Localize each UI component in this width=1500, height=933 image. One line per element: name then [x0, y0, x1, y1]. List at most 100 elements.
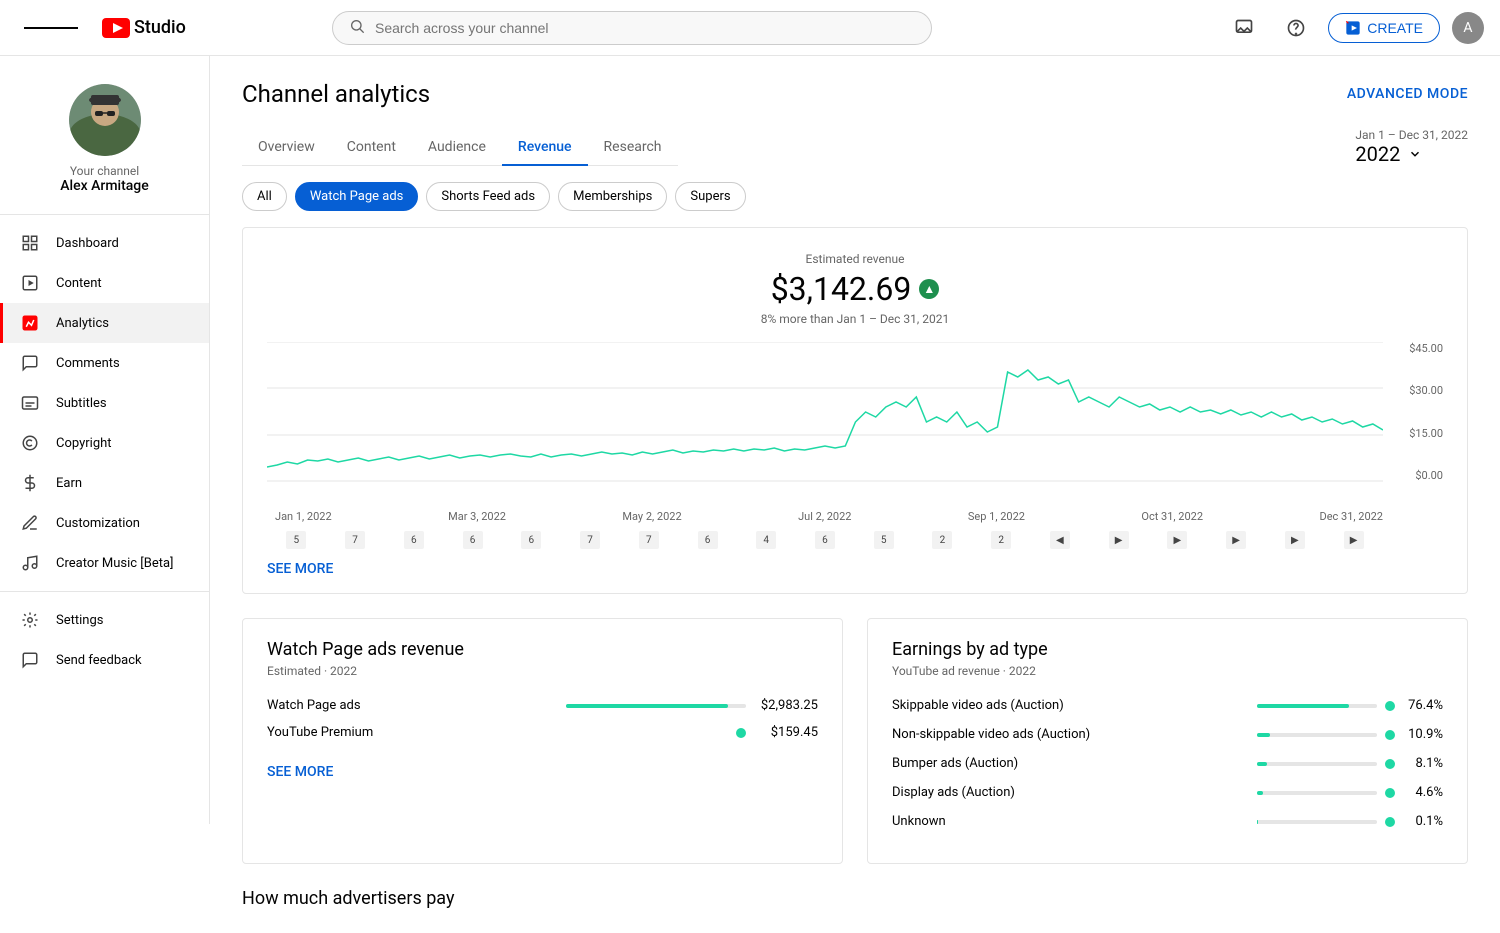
tab-audience[interactable]: Audience: [412, 129, 502, 165]
filter-pills: All Watch Page adsShorts Feed ads Membersh…: [242, 166, 1468, 227]
pill-shorts-feed-ads[interactable]: Shorts Feed ads: [426, 182, 550, 211]
messages-icon: [1234, 18, 1254, 38]
sidebar-item-creator-music[interactable]: Creator Music [Beta]: [0, 543, 209, 583]
sidebar-item-subtitles-label: Subtitles: [56, 396, 107, 411]
date-range-label: Jan 1 – Dec 31, 2022: [1355, 128, 1468, 142]
youtube-premium-label: YouTube Premium: [267, 725, 736, 740]
date-year-value: 2022: [1355, 142, 1400, 166]
date-year[interactable]: 2022: [1355, 142, 1468, 166]
chart-see-more-button[interactable]: SEE MORE: [267, 561, 333, 577]
sidebar-item-content[interactable]: Content: [0, 263, 209, 303]
watch-page-card-subtitle: Estimated · 2022: [267, 664, 818, 678]
sidebar-item-copyright[interactable]: Copyright: [0, 423, 209, 463]
sidebar-item-subtitles[interactable]: Subtitles: [0, 383, 209, 423]
sidebar-channel-name: Alex Armitage: [60, 178, 149, 194]
sidebar-item-settings[interactable]: Settings: [0, 600, 209, 640]
sidebar-avatar: [69, 84, 141, 156]
watch-page-ads-label: Watch Page ads: [267, 698, 566, 713]
sidebar-channel-label: Your channel: [70, 164, 139, 178]
watch-page-ads-row: Watch Page ads $2,983.25: [267, 698, 818, 713]
sidebar-item-comments[interactable]: Comments: [0, 343, 209, 383]
chart-card: Estimated revenue $3,142.69 ▲ 8% more th…: [242, 227, 1468, 594]
messages-button[interactable]: [1224, 8, 1264, 48]
comments-icon: [20, 353, 40, 373]
pill-all[interactable]: All: [242, 182, 287, 211]
tab-overview[interactable]: Overview: [242, 129, 331, 165]
page-title: Channel analytics: [242, 80, 430, 108]
advanced-mode-button[interactable]: ADVANCED MODE: [1347, 86, 1468, 102]
youtube-premium-dot: [736, 728, 746, 738]
chart-x-labels: Jan 1, 2022 Mar 3, 2022 May 2, 2022 Jul …: [267, 510, 1383, 523]
pill-supers[interactable]: Supers: [675, 182, 745, 211]
sidebar-item-earn[interactable]: Earn: [0, 463, 209, 503]
create-label: CREATE: [1367, 20, 1423, 36]
earnings-row: Bumper ads (Auction) 8.1%: [892, 756, 1443, 771]
chart-nav-numbers: 5 7 6 6 6 7 7 6 4 6 5 2 2 ◀ ▶ ▶ ▶ ▶ ▶: [267, 531, 1383, 549]
search-bar[interactable]: [332, 11, 932, 45]
chevron-down-icon: [1408, 147, 1422, 161]
help-button[interactable]: [1276, 8, 1316, 48]
analytics-tabs: OverviewContentAudienceRevenueResearch: [242, 129, 678, 166]
sidebar-item-content-label: Content: [56, 276, 102, 291]
chart-svg: [267, 342, 1383, 482]
sidebar-item-send-feedback[interactable]: Send feedback: [0, 640, 209, 680]
sidebar-item-customization[interactable]: Customization: [0, 503, 209, 543]
main-content: Channel analytics ADVANCED MODE Overview…: [210, 56, 1500, 933]
sidebar-item-send-feedback-label: Send feedback: [56, 653, 142, 668]
chart-revenue-value: $3,142.69 ▲: [267, 270, 1443, 308]
copyright-icon: [20, 433, 40, 453]
subtitles-icon: [20, 393, 40, 413]
create-icon: [1345, 20, 1361, 36]
earnings-row: Skippable video ads (Auction) 76.4%: [892, 698, 1443, 713]
dashboard-icon: [20, 233, 40, 253]
sidebar-item-dashboard[interactable]: Dashboard: [0, 223, 209, 263]
hamburger-button[interactable]: [16, 17, 86, 39]
up-trend-icon: ▲: [919, 279, 939, 299]
tab-research[interactable]: Research: [588, 129, 678, 165]
search-input[interactable]: [375, 20, 915, 36]
watch-page-see-more-button[interactable]: SEE MORE: [267, 764, 333, 780]
earnings-card-subtitle: YouTube ad revenue · 2022: [892, 664, 1443, 678]
sidebar-item-creator-music-label: Creator Music [Beta]: [56, 556, 174, 571]
youtube-premium-amount: $159.45: [758, 725, 818, 740]
help-icon: [1286, 18, 1306, 38]
date-selector-wrap: Jan 1 – Dec 31, 2022 2022: [1355, 128, 1468, 166]
create-button[interactable]: CREATE: [1328, 13, 1440, 43]
pill-watch-page-ads[interactable]: Watch Page ads: [295, 182, 419, 211]
search-icon: [349, 18, 365, 38]
sidebar-item-analytics[interactable]: Analytics: [0, 303, 209, 343]
earnings-row: Non-skippable video ads (Auction) 10.9%: [892, 727, 1443, 742]
customization-icon: [20, 513, 40, 533]
chart-nav-prev[interactable]: ◀: [1050, 531, 1070, 549]
earn-icon: [20, 473, 40, 493]
earnings-row: Unknown 0.1%: [892, 814, 1443, 829]
content-icon: [20, 273, 40, 293]
advertisers-pay-title: How much advertisers pay: [242, 888, 1468, 909]
earnings-by-ad-type-card: Earnings by ad type YouTube ad revenue ·…: [867, 618, 1468, 864]
sidebar-item-earn-label: Earn: [56, 476, 82, 491]
chart-nav-next[interactable]: ▶: [1109, 531, 1129, 549]
avatar[interactable]: A: [1452, 12, 1484, 44]
chart-revenue-label: Estimated revenue: [267, 252, 1443, 266]
sidebar: Your channel Alex Armitage Dashboard Con…: [0, 56, 210, 824]
gear-icon: [20, 610, 40, 630]
sidebar-item-analytics-label: Analytics: [56, 316, 109, 331]
tab-revenue[interactable]: Revenue: [502, 129, 588, 165]
sidebar-item-customization-label: Customization: [56, 516, 140, 531]
page-header: Channel analytics ADVANCED MODE: [242, 80, 1468, 108]
top-nav-left: Studio: [16, 17, 186, 39]
chart-compare-text: 8% more than Jan 1 – Dec 31, 2021: [267, 312, 1443, 326]
watch-page-revenue-card: Watch Page ads revenue Estimated · 2022 …: [242, 618, 843, 864]
logo[interactable]: Studio: [102, 17, 186, 38]
chart-y-labels: $45.00 $30.00 $15.00 $0.00: [1388, 342, 1443, 482]
earnings-row: Display ads (Auction) 4.6%: [892, 785, 1443, 800]
sidebar-item-copyright-label: Copyright: [56, 436, 112, 451]
youtube-premium-row: YouTube Premium $159.45: [267, 725, 818, 740]
top-nav-right: CREATE A: [1224, 8, 1484, 48]
pill-memberships[interactable]: Memberships: [558, 182, 667, 211]
creator-music-icon: [20, 553, 40, 573]
sidebar-items-container: Dashboard Content Analytics Comments Sub…: [0, 223, 209, 583]
watch-page-ads-amount: $2,983.25: [758, 698, 818, 713]
tab-content[interactable]: Content: [331, 129, 412, 165]
sidebar-item-settings-label: Settings: [56, 613, 103, 628]
